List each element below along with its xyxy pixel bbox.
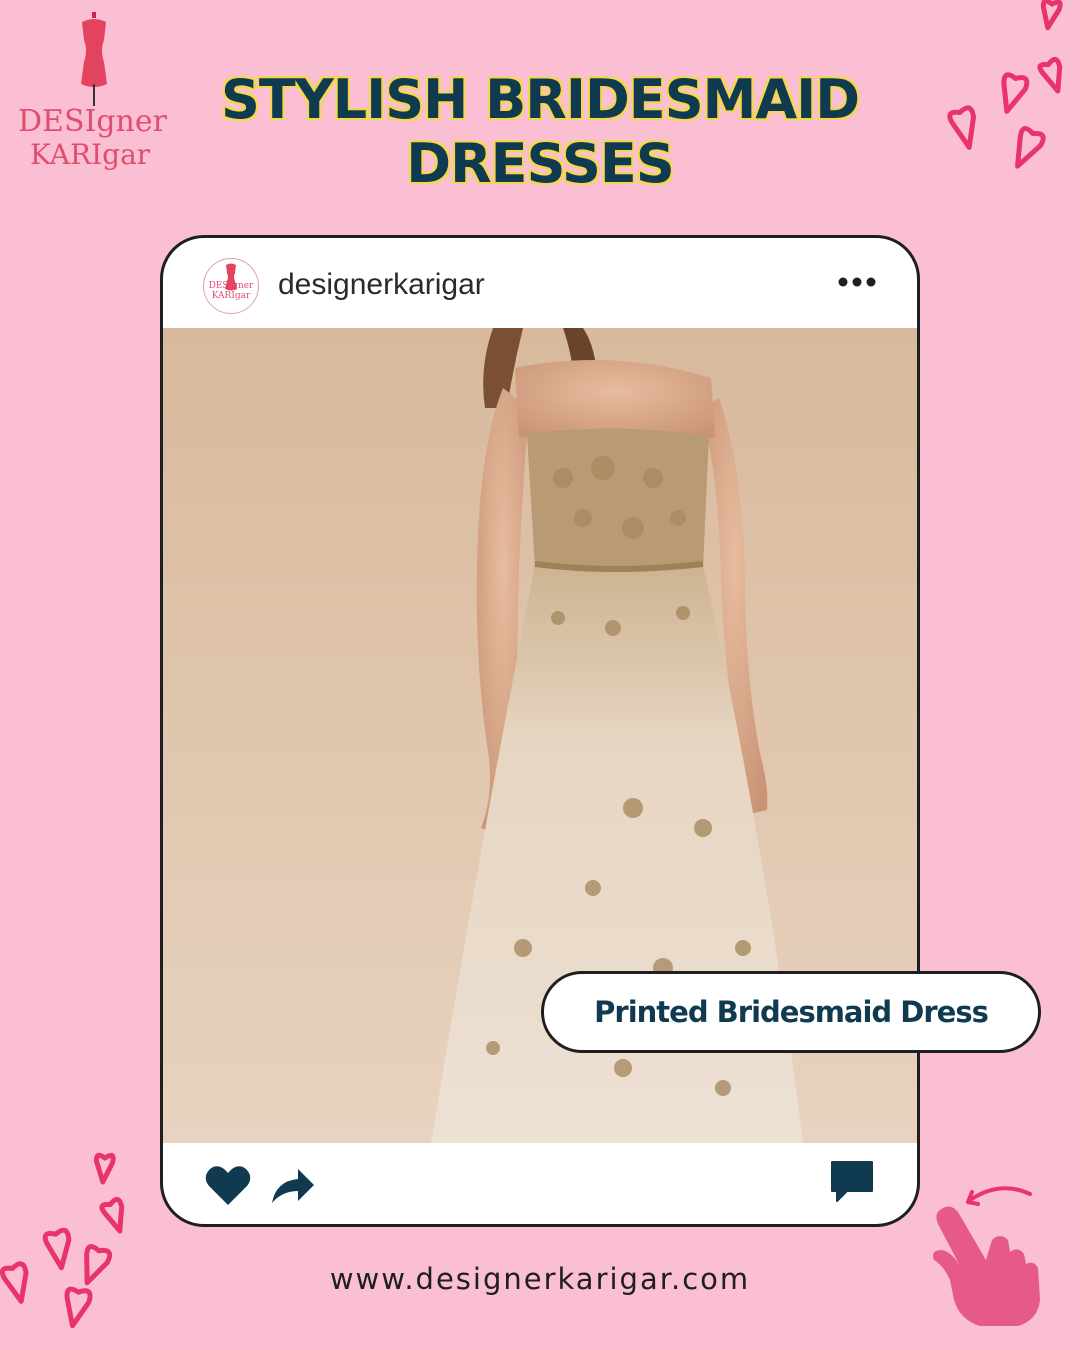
post-username[interactable]: designerkarigar xyxy=(278,268,485,302)
title-line-2: DRESSES xyxy=(406,132,674,195)
caption-badge: Printed Bridesmaid Dress xyxy=(541,971,1041,1053)
website-url[interactable]: www.designerkarigar.com xyxy=(0,1262,1080,1296)
post-actions xyxy=(163,1143,917,1224)
hearts-decoration-bottom xyxy=(0,1152,125,1329)
title-line-1: STYLISH BRIDESMAID xyxy=(220,68,860,131)
hearts-decoration-top xyxy=(947,0,1063,169)
logo-text-top: DESIgner xyxy=(18,104,167,139)
heart-icon[interactable] xyxy=(203,1161,253,1211)
logo-text-bottom: KARIgar xyxy=(30,138,151,171)
post-header: DESIgner KARIgar designerkarigar xyxy=(163,238,917,328)
share-icon[interactable] xyxy=(268,1161,318,1211)
avatar[interactable]: DESIgner KARIgar xyxy=(203,258,259,314)
brand-logo: DESIgner KARIgar xyxy=(12,12,172,171)
avatar-text-bottom: KARIgar xyxy=(211,291,251,301)
page-title: STYLISH BRIDESMAID DRESSES xyxy=(170,68,910,196)
avatar-text-top: DESIgner xyxy=(208,281,254,291)
pointing-hand-icon xyxy=(933,1186,1040,1326)
comment-icon[interactable] xyxy=(827,1157,877,1207)
post-card: DESIgner KARIgar designerkarigar xyxy=(160,235,920,1227)
mannequin-icon xyxy=(81,12,107,106)
more-icon[interactable] xyxy=(837,274,877,290)
